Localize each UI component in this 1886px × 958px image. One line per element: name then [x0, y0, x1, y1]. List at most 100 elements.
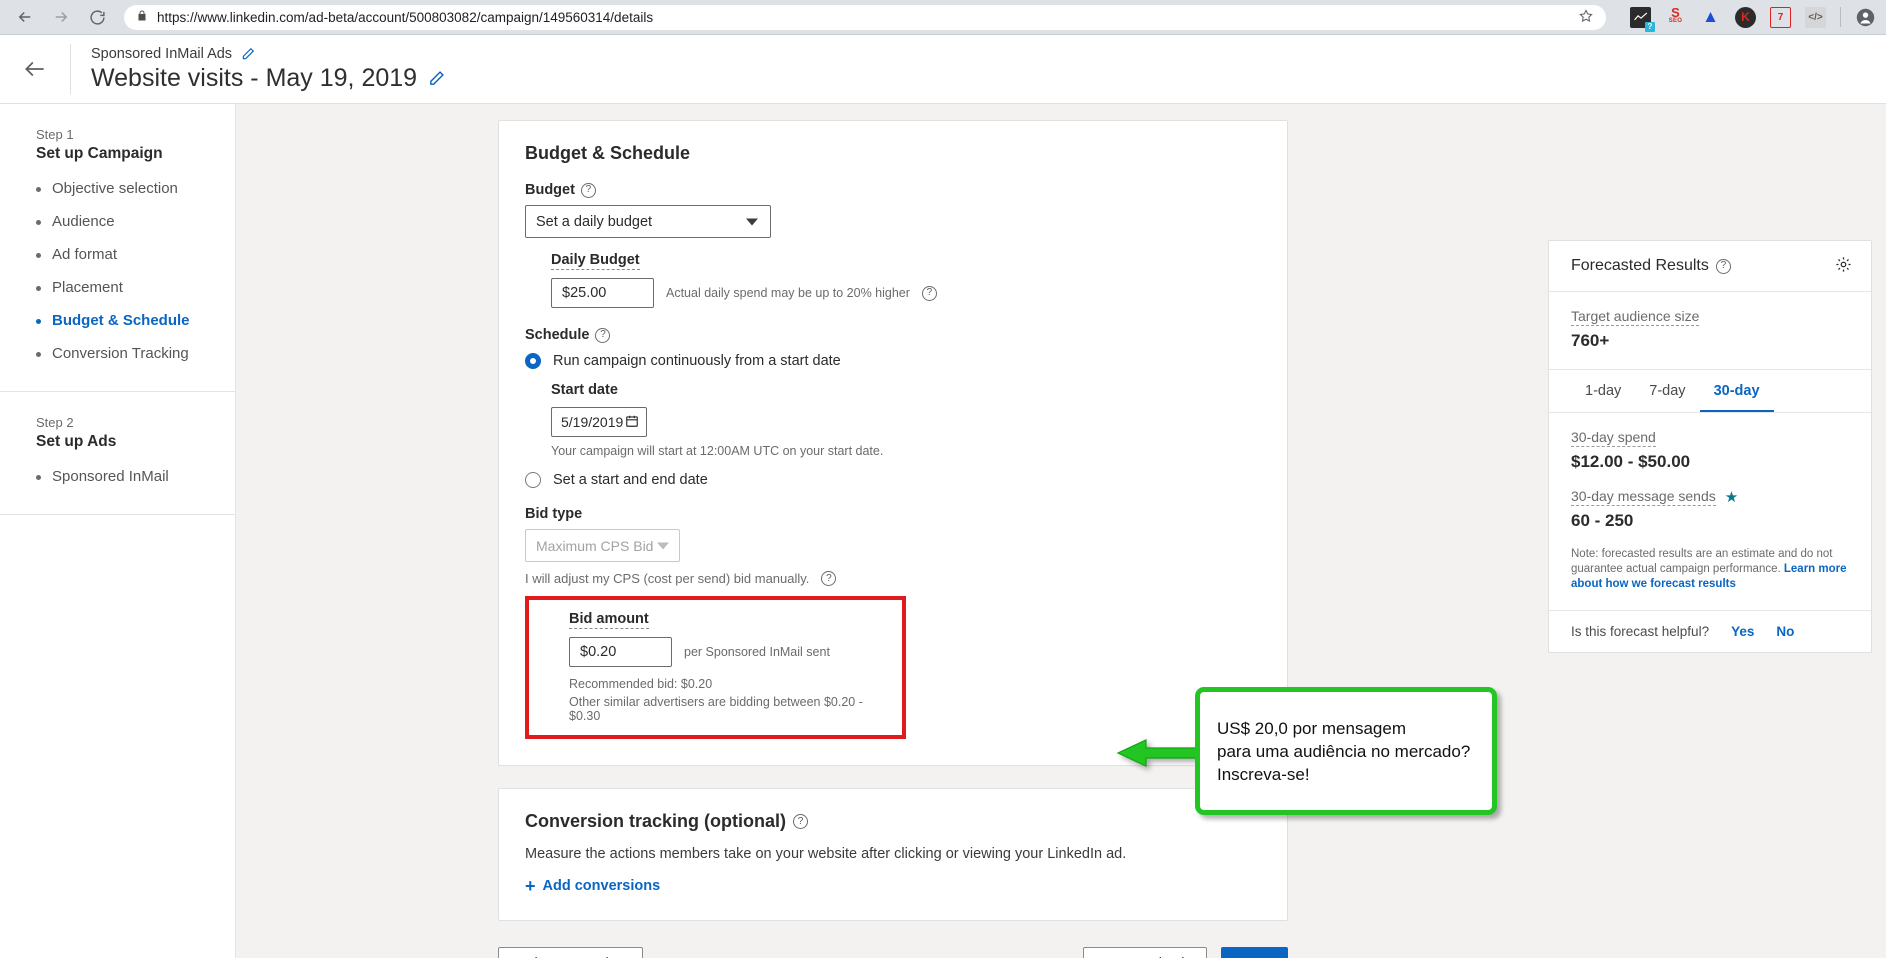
forecast-yes-button[interactable]: Yes [1731, 624, 1754, 639]
sends-label-row: 30-day message sends ★ [1571, 488, 1849, 506]
tab-1-day[interactable]: 1-day [1571, 370, 1635, 412]
plus-icon: + [525, 879, 536, 893]
bid-manual-note: I will adjust my CPS (cost per send) bid… [525, 571, 809, 586]
start-date-group: Start date 5/19/2019 Your campaign will … [551, 381, 1261, 458]
page-back-button[interactable] [0, 56, 70, 82]
bid-amount-row: $0.20 per Sponsored InMail sent [569, 637, 888, 667]
address-bar[interactable]: https://www.linkedin.com/ad-beta/account… [124, 5, 1606, 30]
notification-extension-icon[interactable]: 7 [1770, 7, 1791, 28]
budget-type-value: Set a daily budget [536, 214, 652, 230]
k-extension-icon[interactable]: K [1735, 7, 1756, 28]
page-header: Sponsored InMail Ads Website visits - Ma… [0, 35, 1886, 104]
target-audience-value: 760+ [1571, 331, 1849, 351]
recommended-bid-text: Recommended bid: $0.20 [569, 677, 888, 691]
budget-card-title: Budget & Schedule [525, 143, 1261, 164]
sidebar-item-placement[interactable]: Placement [36, 278, 235, 298]
bid-type-label-row: Bid type [525, 506, 1261, 522]
sidebar-item-conversion-tracking[interactable]: Conversion Tracking [36, 344, 235, 364]
forecast-metrics-section: 30-day spend $12.00 - $50.00 30-day mess… [1549, 413, 1871, 611]
browser-forward-button[interactable] [46, 2, 76, 32]
sends-label: 30-day message sends [1571, 488, 1716, 506]
sidebar-item-objective-selection[interactable]: Objective selection [36, 179, 235, 199]
page-body: Step 1 Set up Campaign Objective selecti… [0, 104, 1886, 958]
seo-extension-icon[interactable]: SSEO [1665, 7, 1686, 28]
add-conversions-link[interactable]: + Add conversions [525, 878, 1261, 894]
breadcrumb-edit-pencil-icon[interactable] [241, 47, 255, 61]
target-audience-label: Target audience size [1571, 308, 1699, 326]
help-circle-icon[interactable]: ? [922, 286, 937, 301]
left-arrow-annotation [1116, 739, 1200, 767]
start-date-input[interactable]: 5/19/2019 [551, 407, 647, 437]
bid-type-select: Maximum CPS Bid [525, 529, 680, 562]
help-circle-icon[interactable]: ? [793, 814, 808, 829]
forecast-feedback-row: Is this forecast helpful? Yes No [1549, 611, 1871, 652]
radio-run-continuously-label: Run campaign continuously from a start d… [553, 353, 841, 369]
save-and-exit-button[interactable]: Save and exit [1083, 947, 1207, 958]
step-1-title: Set up Campaign [36, 145, 235, 163]
budget-type-select[interactable]: Set a daily budget [525, 205, 771, 238]
calendar-icon[interactable] [625, 414, 639, 431]
bookmark-star-icon[interactable] [1578, 8, 1594, 27]
bullet-icon [36, 187, 41, 192]
triangle-extension-icon[interactable]: ▲ [1700, 7, 1721, 28]
radio-button-icon[interactable] [525, 472, 541, 488]
bullet-icon [36, 475, 41, 480]
tab-30-day[interactable]: 30-day [1700, 370, 1774, 412]
tab-7-day[interactable]: 7-day [1635, 370, 1699, 412]
sidebar-item-label: Audience [52, 212, 115, 232]
next-button[interactable]: Next [1221, 947, 1288, 958]
bullet-icon [36, 319, 41, 324]
bid-amount-input[interactable]: $0.20 [569, 637, 672, 667]
help-circle-icon[interactable]: ? [581, 183, 596, 198]
callout-line-1: US$ 20,0 por mensagem [1217, 719, 1406, 738]
daily-budget-hint: Actual daily spend may be up to 20% high… [666, 286, 910, 300]
forecast-no-button[interactable]: No [1776, 624, 1794, 639]
bid-amount-group: Bid amount $0.20 per Sponsored InMail se… [569, 610, 888, 723]
sidebar-item-ad-format[interactable]: Ad format [36, 245, 235, 265]
annotation-callout: US$ 20,0 por mensagem para uma audiência… [1195, 687, 1497, 815]
step-2-title: Set up Ads [36, 433, 235, 451]
sidebar-step-1: Step 1 Set up Campaign Objective selecti… [0, 104, 235, 392]
delete-campaign-button[interactable]: Delete campaign [498, 947, 643, 958]
sends-value: 60 - 250 [1571, 511, 1849, 531]
help-circle-icon[interactable]: ? [1716, 259, 1731, 274]
sidebar-item-sponsored-inmail[interactable]: Sponsored InMail [36, 467, 235, 487]
radio-button-icon[interactable] [525, 353, 541, 369]
forecast-helpful-question: Is this forecast helpful? [1571, 624, 1709, 639]
forecasted-results-panel: Forecasted Results ? Target audience siz… [1548, 240, 1872, 653]
bid-amount-highlight-box: Bid amount $0.20 per Sponsored InMail se… [525, 596, 906, 739]
chevron-down-icon [657, 542, 669, 549]
bullet-icon [36, 253, 41, 258]
bullet-icon [36, 352, 41, 357]
browser-back-button[interactable] [10, 2, 40, 32]
radio-start-and-end[interactable]: Set a start and end date [525, 472, 1261, 488]
callout-line-3: Inscreva-se! [1217, 765, 1310, 784]
sidebar-item-audience[interactable]: Audience [36, 212, 235, 232]
forecast-audience-section: Target audience size 760+ [1549, 292, 1871, 370]
sidebar-step-2: Step 2 Set up Ads Sponsored InMail [0, 392, 235, 515]
title-edit-pencil-icon[interactable] [428, 70, 445, 87]
gear-icon[interactable] [1835, 256, 1852, 276]
spend-label: 30-day spend [1571, 429, 1656, 447]
browser-reload-button[interactable] [82, 2, 112, 32]
start-date-value: 5/19/2019 [561, 414, 623, 430]
sidebar-item-label: Conversion Tracking [52, 344, 189, 364]
help-circle-icon[interactable]: ? [821, 571, 836, 586]
bullet-icon [36, 220, 41, 225]
sidebar-item-label: Ad format [52, 245, 117, 265]
callout-line-2: para uma audiência no mercado? [1217, 742, 1470, 761]
radio-run-continuously[interactable]: Run campaign continuously from a start d… [525, 353, 1261, 369]
sidebar-item-label: Budget & Schedule [52, 311, 190, 331]
daily-budget-input[interactable]: $25.00 [551, 278, 654, 308]
page-title-label: Website visits - May 19, 2019 [91, 64, 417, 93]
toolbar-divider [1840, 7, 1841, 27]
sidebar-item-budget-schedule[interactable]: Budget & Schedule [36, 311, 235, 331]
profile-avatar-icon[interactable] [1855, 7, 1876, 28]
code-extension-icon[interactable]: </> [1805, 7, 1826, 28]
help-circle-icon[interactable]: ? [595, 328, 610, 343]
bid-amount-value: $0.20 [580, 644, 616, 660]
analytics-extension-icon[interactable]: ? [1630, 7, 1651, 28]
chevron-down-icon [746, 218, 758, 225]
breadcrumb-label: Sponsored InMail Ads [91, 46, 232, 62]
daily-budget-value: $25.00 [562, 285, 606, 301]
